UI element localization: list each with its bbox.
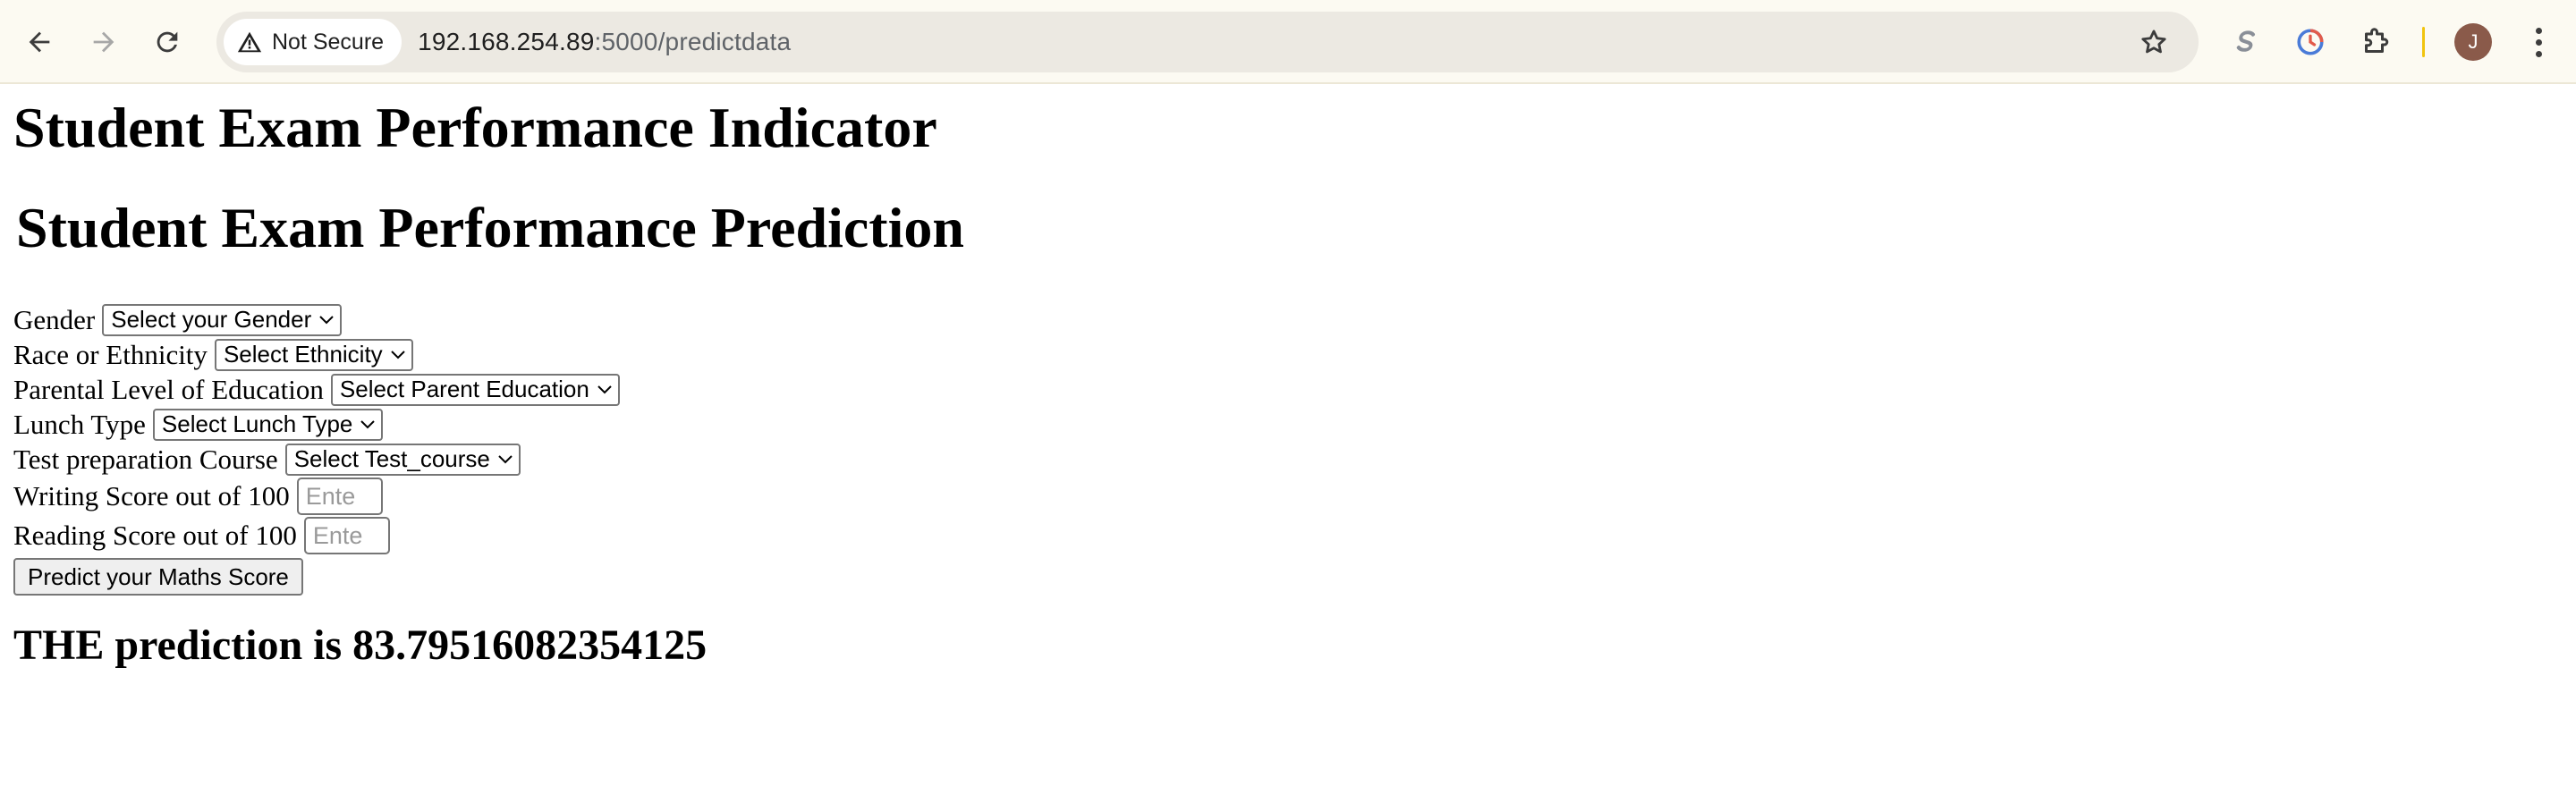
test-prep-select[interactable]: Select Test_course [284, 443, 521, 476]
chevron-down-icon [390, 350, 405, 359]
address-bar[interactable]: Not Secure 192.168.254.89:5000/predictda… [216, 12, 2199, 72]
ethnicity-selected-value: Select Ethnicity [223, 341, 383, 368]
ethnicity-select[interactable]: Select Ethnicity [214, 338, 413, 371]
parental-education-select[interactable]: Select Parent Education [330, 373, 620, 406]
forward-icon [93, 31, 114, 53]
clock-extension-button[interactable] [2286, 18, 2334, 66]
page-content: Student Exam Performance Indicator Stude… [0, 84, 2576, 670]
browser-toolbar: Not Secure 192.168.254.89:5000/predictda… [0, 0, 2576, 84]
star-icon [2141, 30, 2166, 54]
parental-education-row: Parental Level of Education Select Paren… [13, 372, 2576, 407]
lunch-row: Lunch Type Select Lunch Type [13, 407, 2576, 442]
extensions-button[interactable] [2351, 18, 2400, 66]
menu-icon[interactable] [2521, 20, 2556, 64]
gender-row: Gender Select your Gender [13, 302, 2576, 337]
warning-icon [237, 31, 262, 53]
test-prep-label: Test preparation Course [13, 443, 278, 475]
puzzle-icon [2365, 28, 2389, 53]
lunch-select[interactable]: Select Lunch Type [152, 408, 384, 441]
ethnicity-label: Race or Ethnicity [13, 338, 208, 370]
prediction-form: Gender Select your Gender Race or Ethnic… [13, 302, 2576, 596]
reload-button[interactable] [140, 15, 194, 69]
page-title: Student Exam Performance Indicator [13, 96, 937, 159]
test-prep-row: Test preparation Course Select Test_cour… [13, 442, 2576, 477]
url-text[interactable]: 192.168.254.89:5000/predictdata [418, 28, 791, 56]
chevron-down-icon [319, 315, 334, 324]
chevron-down-icon [360, 419, 376, 428]
form-title: Student Exam Performance Prediction [16, 196, 964, 259]
parental-education-label: Parental Level of Education [13, 373, 324, 405]
gender-label: Gender [13, 303, 96, 335]
avatar[interactable]: J [2454, 23, 2492, 61]
reading-score-row: Reading Score out of 100 Ente [13, 516, 2576, 555]
ethnicity-row: Race or Ethnicity Select Ethnicity [13, 337, 2576, 372]
gender-selected-value: Select your Gender [111, 306, 312, 333]
url-path: :5000/predictdata [594, 28, 792, 55]
chevron-down-icon [498, 454, 513, 463]
bookmark-star-button[interactable] [2134, 22, 2174, 62]
s-extension-button[interactable] [2222, 18, 2270, 66]
lunch-label: Lunch Type [13, 408, 146, 440]
writing-score-row: Writing Score out of 100 Ente [13, 477, 2576, 516]
back-icon [29, 31, 50, 53]
predict-button[interactable]: Predict your Maths Score [13, 558, 303, 596]
security-chip[interactable]: Not Secure [224, 19, 402, 65]
writing-score-input[interactable]: Ente [296, 478, 383, 515]
prediction-result: THE prediction is 83.79516082354125 [13, 621, 708, 669]
chevron-down-icon [597, 385, 612, 393]
toolbar-divider [2422, 27, 2425, 57]
clock-extension-icon [2297, 29, 2324, 55]
parental-education-selected-value: Select Parent Education [339, 376, 589, 402]
forward-button[interactable] [77, 15, 131, 69]
reload-icon [157, 31, 178, 53]
test-prep-selected-value: Select Test_course [293, 445, 490, 472]
reading-score-input[interactable]: Ente [303, 517, 390, 554]
writing-score-label: Writing Score out of 100 [13, 480, 290, 511]
back-button[interactable] [13, 15, 66, 69]
gender-select[interactable]: Select your Gender [102, 303, 343, 336]
s-extension-icon [2236, 30, 2256, 52]
reading-score-label: Reading Score out of 100 [13, 520, 297, 551]
security-label: Not Secure [272, 29, 385, 55]
lunch-selected-value: Select Lunch Type [161, 410, 353, 437]
url-host: 192.168.254.89 [418, 28, 595, 55]
